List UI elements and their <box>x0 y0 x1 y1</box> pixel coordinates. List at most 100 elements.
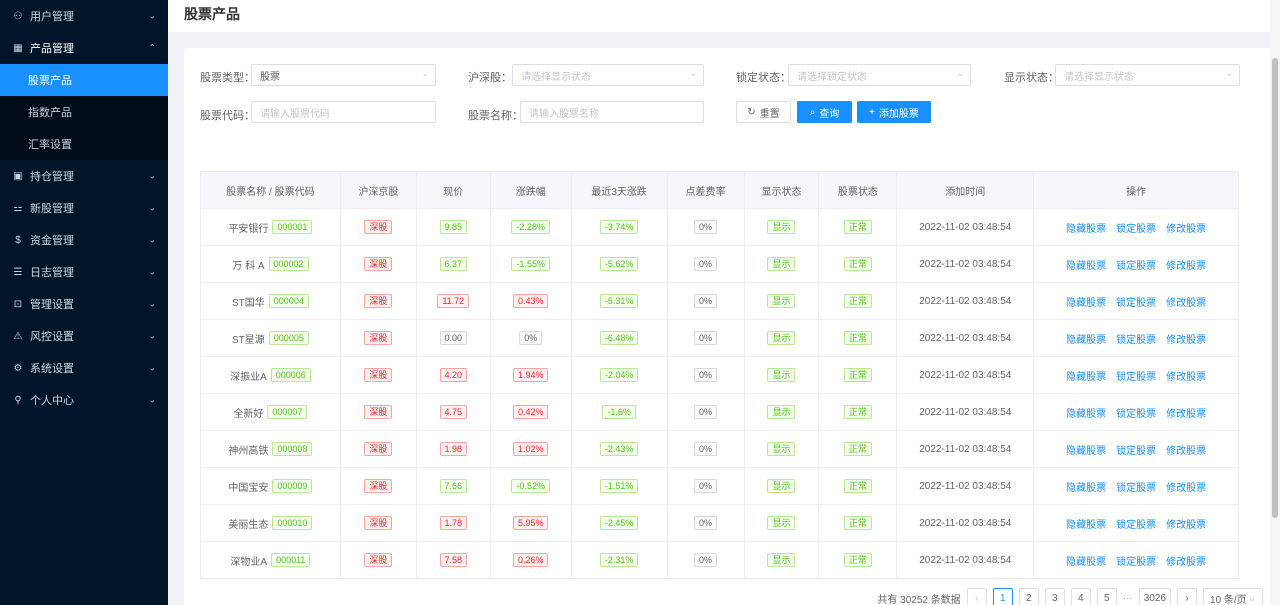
action-1-link[interactable]: 锁定股票 <box>1116 372 1156 383</box>
price-cell: 9.85 <box>415 208 491 246</box>
spread-tag: 0% <box>694 442 718 456</box>
action-2-link[interactable]: 修改股票 <box>1166 261 1206 272</box>
chevron-icon: ⌄ <box>148 234 156 245</box>
action-2-link[interactable]: 修改股票 <box>1166 298 1206 309</box>
pagination: 共有 30252 条数据 ‹ 12345 ··· 3026 › 10 条/页 ⌄ <box>877 588 1263 605</box>
sidebar-item-9[interactable]: ⚲ 个人中心 ⌄ <box>0 384 168 416</box>
sidebar-item-8[interactable]: ⚙ 系统设置 ⌄ <box>0 352 168 384</box>
code-input[interactable]: 请输入股票代码 <box>251 101 436 123</box>
page-scrollbar[interactable] <box>1270 0 1280 605</box>
lock-select[interactable]: 请选择锁定状态 ⌄ <box>788 64 971 86</box>
action-1-link[interactable]: 锁定股票 <box>1116 335 1156 346</box>
page-5-button[interactable]: 5 <box>1096 588 1117 605</box>
spread-cell: 0% <box>666 356 745 394</box>
stock-type-select[interactable]: 股票 ⌄ <box>251 64 436 86</box>
sidebar-item-4[interactable]: $ 资金管理 ⌄ <box>0 224 168 256</box>
action-0-link[interactable]: 隐藏股票 <box>1066 409 1106 420</box>
sidebar-item-3[interactable]: ⚍ 新股管理 ⌄ <box>0 192 168 224</box>
page-2-button[interactable]: 2 <box>1018 588 1039 605</box>
next-page-button[interactable]: › <box>1177 588 1197 605</box>
market-cell: 深股 <box>339 282 417 320</box>
sidebar-item-6[interactable]: ⊡ 管理设置 ⌄ <box>0 288 168 320</box>
spread-tag: 0% <box>694 257 718 271</box>
sidebar-item-2[interactable]: ▣ 持仓管理 ⌄ <box>0 160 168 192</box>
stock-code-tag: 000011 <box>271 553 311 567</box>
display-select[interactable]: 请选择显示状态 ⌄ <box>1055 64 1240 86</box>
action-0-link[interactable]: 隐藏股票 <box>1066 446 1106 457</box>
plus-icon: + <box>869 106 875 118</box>
action-1-link[interactable]: 锁定股票 <box>1116 483 1156 494</box>
action-0-link[interactable]: 隐藏股票 <box>1066 372 1106 383</box>
page-ellipsis[interactable]: ··· <box>1123 593 1133 604</box>
action-0-link[interactable]: 隐藏股票 <box>1066 335 1106 346</box>
time-cell: 2022-11-02 03:48:54 <box>896 504 1035 542</box>
action-1-link[interactable]: 锁定股票 <box>1116 409 1156 420</box>
action-2-link[interactable]: 修改股票 <box>1166 409 1206 420</box>
page-4-button[interactable]: 4 <box>1070 588 1091 605</box>
stock-code-tag: 000004 <box>268 294 309 308</box>
stock-name: 深物业A <box>230 556 268 568</box>
change-cell: 1.02% <box>489 430 572 468</box>
spread-cell: 0% <box>666 208 745 246</box>
status-cell: 正常 <box>818 430 898 468</box>
query-button[interactable]: ⌕ 查询 <box>797 101 852 123</box>
status-tag: 正常 <box>843 405 872 419</box>
display-cell: 显示 <box>743 319 820 357</box>
action-0-link[interactable]: 隐藏股票 <box>1066 224 1106 235</box>
name-placeholder: 请输入股票名称 <box>529 108 599 120</box>
action-1-link[interactable]: 锁定股票 <box>1116 298 1156 309</box>
status-cell: 正常 <box>818 245 898 283</box>
page-3-button[interactable]: 3 <box>1044 588 1065 605</box>
three-day-tag: -2.31% <box>599 553 639 567</box>
action-1-link[interactable]: 锁定股票 <box>1116 224 1156 235</box>
name-cell: ST国华 000004 <box>200 282 341 320</box>
action-0-link[interactable]: 隐藏股票 <box>1066 520 1106 531</box>
sidebar-item-1[interactable]: ▦ 产品管理 ⌃ <box>0 32 168 64</box>
change-cell: -1.55% <box>489 245 572 283</box>
sidebar-item-label: 管理设置 <box>30 299 74 311</box>
page-last[interactable]: 3026 <box>1138 588 1171 605</box>
action-2-link[interactable]: 修改股票 <box>1166 372 1206 383</box>
action-2-link[interactable]: 修改股票 <box>1166 483 1206 494</box>
chevron-icon: ⌄ <box>148 202 156 213</box>
page-size-select[interactable]: 10 条/页 ⌄ <box>1203 588 1263 605</box>
stock-name: 中国宝安 <box>228 482 269 494</box>
column-header: 股票状态 <box>818 171 898 209</box>
action-2-link[interactable]: 修改股票 <box>1166 446 1206 457</box>
stock-code-tag: 000010 <box>272 516 313 530</box>
submenu-item-0[interactable]: 股票产品 <box>0 64 168 96</box>
name-cell: 神州高铁 000008 <box>200 430 341 468</box>
page-1-button[interactable]: 1 <box>992 588 1013 605</box>
market-select[interactable]: 请选择显示状态 ⌄ <box>512 64 704 86</box>
reset-button[interactable]: ↻ 重置 <box>736 101 791 123</box>
add-stock-button[interactable]: + 添加股票 <box>857 101 931 123</box>
table-row: ST星源 000005 深股 0.00 0% -6.48% 0% 显示 正常 2022-11-02… <box>200 319 1239 357</box>
action-1-link[interactable]: 锁定股票 <box>1116 446 1156 457</box>
search-icon: ⌕ <box>809 106 816 118</box>
display-cell: 显示 <box>743 541 820 579</box>
display-tag: 显示 <box>767 220 796 234</box>
action-1-link[interactable]: 锁定股票 <box>1116 261 1156 272</box>
sidebar-item-7[interactable]: ⚠ 风控设置 ⌄ <box>0 320 168 352</box>
action-2-link[interactable]: 修改股票 <box>1166 224 1206 235</box>
action-1-link[interactable]: 锁定股票 <box>1116 520 1156 531</box>
change-cell: -0.52% <box>489 467 572 505</box>
action-2-link[interactable]: 修改股票 <box>1166 520 1206 531</box>
display-placeholder: 请选择显示状态 <box>1064 71 1134 83</box>
name-input[interactable]: 请输入股票名称 <box>520 101 704 123</box>
submenu-item-1[interactable]: 指数产品 <box>0 96 168 128</box>
sidebar-item-5[interactable]: ☰ 日志管理 ⌄ <box>0 256 168 288</box>
sidebar-item-0[interactable]: ⚇ 用户管理 ⌄ <box>0 0 168 32</box>
submenu-item-2[interactable]: 汇率设置 <box>0 128 168 160</box>
action-1-link[interactable]: 锁定股票 <box>1116 557 1156 568</box>
actions-cell: 隐藏股票 锁定股票 修改股票 <box>1033 282 1239 320</box>
action-0-link[interactable]: 隐藏股票 <box>1066 298 1106 309</box>
action-2-link[interactable]: 修改股票 <box>1166 557 1206 568</box>
action-2-link[interactable]: 修改股票 <box>1166 335 1206 346</box>
spread-tag: 0% <box>694 368 718 382</box>
action-0-link[interactable]: 隐藏股票 <box>1066 557 1106 568</box>
scrollbar-thumb[interactable] <box>1272 58 1278 518</box>
action-0-link[interactable]: 隐藏股票 <box>1066 483 1106 494</box>
prev-page-button[interactable]: ‹ <box>966 588 987 605</box>
action-0-link[interactable]: 隐藏股票 <box>1066 261 1106 272</box>
